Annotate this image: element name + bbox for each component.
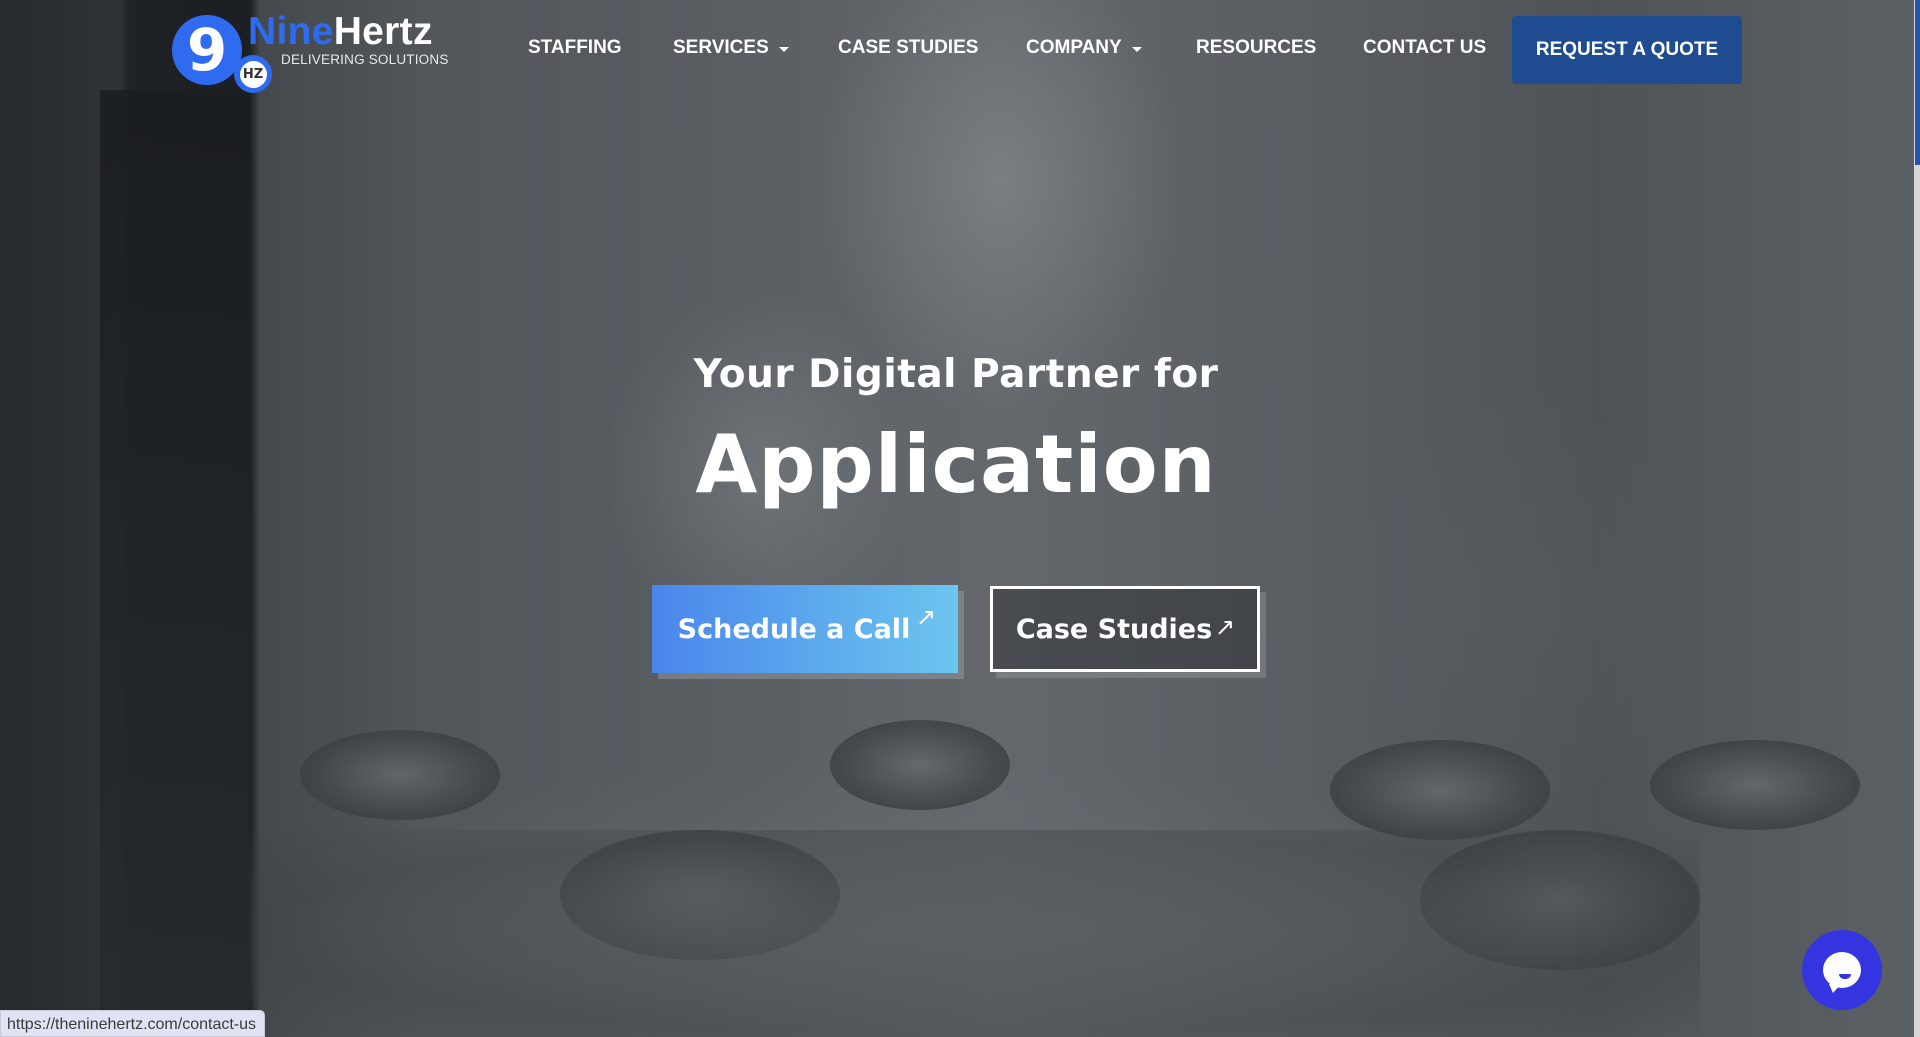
logo-wordmark-nine: Nine: [248, 10, 334, 53]
nav-item-label: RESOURCES: [1196, 37, 1317, 58]
logo-hz-text: HZ: [239, 60, 267, 88]
arrow-up-right-icon: ↗: [915, 603, 936, 631]
nav-item-contact-us[interactable]: CONTACT US: [1363, 37, 1486, 59]
logo-wordmark-hertz: Hertz: [333, 10, 433, 53]
case-studies-label: Case Studies: [1015, 613, 1213, 645]
hero-subtitle: Your Digital Partner for: [693, 352, 1219, 397]
request-quote-button[interactable]: REQUEST A QUOTE: [1512, 16, 1742, 84]
site-logo[interactable]: 9 HZ NineHertz DELIVERING SOLUTIONS: [172, 10, 452, 93]
case-studies-button[interactable]: Case Studies ↗: [990, 586, 1260, 672]
nav-item-label: STAFFING: [528, 37, 622, 58]
nav-item-label: CONTACT US: [1363, 37, 1487, 58]
caret-down-icon: [1131, 46, 1142, 52]
logo-tagline: DELIVERING SOLUTIONS: [281, 52, 449, 67]
nav-item-label: SERVICES: [673, 37, 769, 58]
logo-nine-icon: 9: [172, 15, 242, 85]
arrow-up-right-icon: ↗: [1214, 613, 1235, 641]
nav-item-resources[interactable]: RESOURCES: [1196, 37, 1316, 59]
nav-item-company[interactable]: COMPANY: [1026, 37, 1142, 59]
caret-down-icon: [778, 46, 789, 52]
hero-overlay: [0, 0, 1920, 1037]
nav-item-staffing[interactable]: STAFFING: [528, 37, 622, 59]
page-scrollbar[interactable]: [1914, 0, 1920, 1037]
scrollbar-thumb[interactable]: [1915, 0, 1920, 165]
logo-wordmark: NineHertz: [248, 10, 433, 54]
nav-item-services[interactable]: SERVICES: [673, 37, 789, 59]
schedule-call-button[interactable]: Schedule a Call ↗: [652, 585, 958, 673]
nav-item-label: CASE STUDIES: [838, 37, 979, 58]
hero-title: Application: [695, 418, 1217, 511]
chat-smile-shape: [1839, 974, 1851, 979]
link-hover-status-url: https://theninehertz.com/contact-us: [0, 1010, 266, 1037]
chat-bubble-icon: [1823, 952, 1861, 993]
logo-hz-badge-icon: HZ: [234, 55, 272, 93]
schedule-call-label: Schedule a Call: [677, 613, 911, 645]
nav-item-label: COMPANY: [1026, 37, 1122, 58]
chat-widget-button[interactable]: [1802, 930, 1882, 1010]
nav-item-case-studies[interactable]: CASE STUDIES: [838, 37, 978, 59]
